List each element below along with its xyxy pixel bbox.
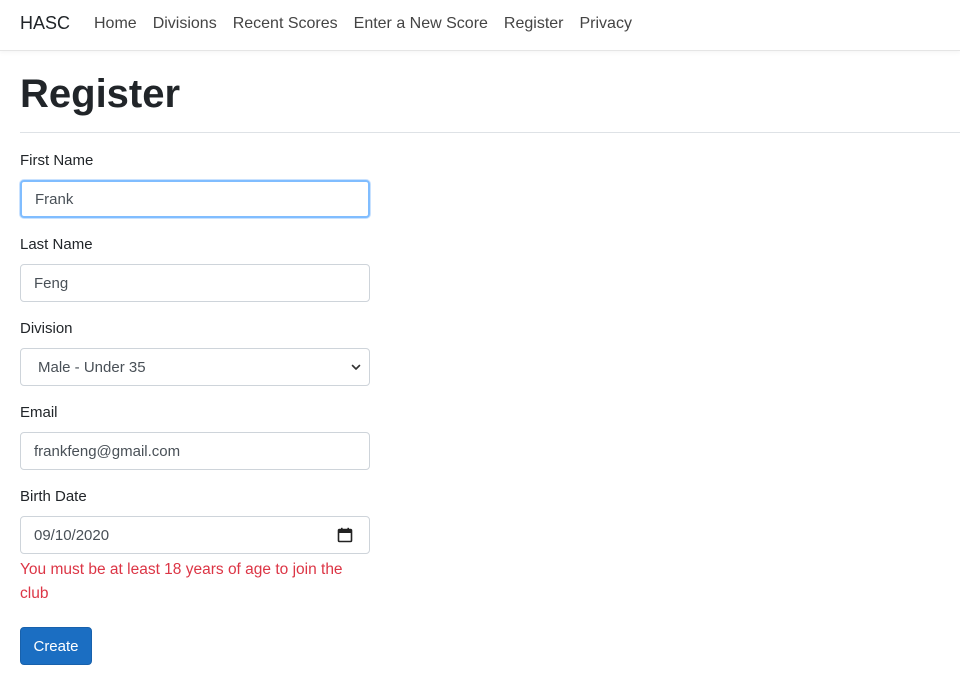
nav-item-register: Register (496, 14, 572, 34)
nav-link-home[interactable]: Home (86, 14, 145, 34)
calendar-icon[interactable] (337, 527, 353, 543)
last-name-label: Last Name (20, 236, 93, 253)
nav-item-home: Home (86, 14, 145, 34)
create-button[interactable]: Create (20, 627, 92, 665)
nav-menu: Home Divisions Recent Scores Enter a New… (86, 14, 640, 34)
last-name-input[interactable]: Feng (20, 264, 370, 302)
nav-item-recent-scores: Recent Scores (225, 14, 346, 34)
last-name-value: Feng (34, 274, 69, 292)
first-name-value: Frank (35, 190, 74, 208)
birth-date-error: You must be at least 18 years of age to … (20, 561, 343, 602)
nav-link-divisions[interactable]: Divisions (145, 14, 225, 34)
last-name-group: Last Name Feng (20, 234, 370, 302)
birth-date-label: Birth Date (20, 488, 87, 505)
page-title: Register (20, 72, 181, 116)
birth-date-group: Birth Date 09/10/2020 You must be at lea… (20, 486, 370, 606)
birth-date-input[interactable]: 09/10/2020 (20, 516, 370, 554)
division-selected-value: Male - Under 35 (38, 358, 146, 376)
brand-link[interactable]: HASC (20, 13, 70, 34)
title-divider (20, 132, 960, 133)
nav-link-privacy[interactable]: Privacy (572, 14, 640, 34)
nav-link-recent-scores[interactable]: Recent Scores (225, 14, 346, 34)
email-label: Email (20, 404, 58, 421)
register-form: First Name Frank Last Name Feng Division… (20, 150, 370, 622)
division-select[interactable]: Male - Under 35 (20, 348, 370, 386)
nav-link-register[interactable]: Register (496, 14, 572, 34)
division-group: Division Male - Under 35 (20, 318, 370, 386)
nav-item-privacy: Privacy (572, 14, 640, 34)
email-value: frankfeng@gmail.com (34, 442, 181, 460)
chevron-down-icon (351, 364, 361, 370)
email-group: Email frankfeng@gmail.com (20, 402, 370, 470)
email-input[interactable]: frankfeng@gmail.com (20, 432, 370, 470)
nav-item-enter-score: Enter a New Score (346, 14, 496, 34)
nav-item-divisions: Divisions (145, 14, 225, 34)
first-name-label: First Name (20, 152, 94, 169)
birth-date-value: 09/10/2020 (34, 526, 110, 544)
nav-link-enter-score[interactable]: Enter a New Score (346, 14, 496, 34)
first-name-input[interactable]: Frank (20, 180, 370, 218)
navbar: HASC Home Divisions Recent Scores Enter … (0, 0, 960, 51)
first-name-group: First Name Frank (20, 150, 370, 218)
division-label: Division (20, 320, 73, 337)
